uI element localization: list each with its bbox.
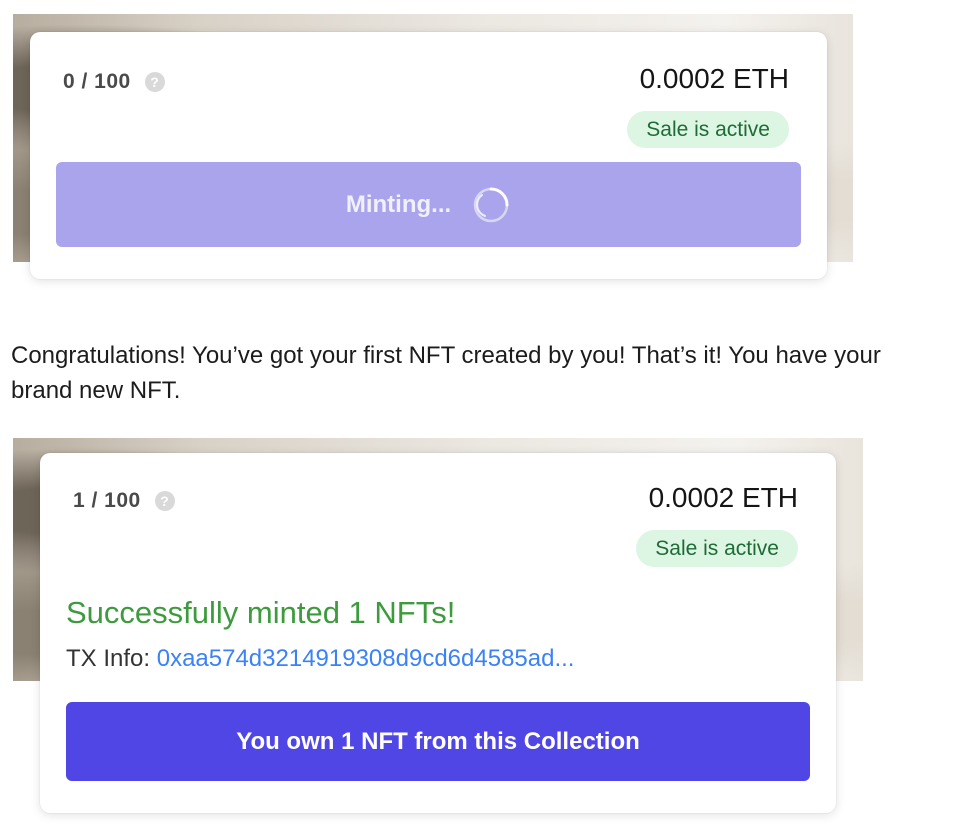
mint-price: 0.0002 ETH (648, 482, 798, 513)
question-circle-icon[interactable]: ? (154, 491, 175, 511)
tx-info: TX Info: 0xaa574d3214919308d9cd6d4585ad.… (66, 645, 574, 673)
mint-button[interactable]: Minting... (56, 162, 801, 247)
own-nft-button[interactable]: You own 1 NFT from this Collection (66, 702, 810, 781)
supply-counter-text: 0 / 100 (63, 70, 131, 93)
mint-button-label: Minting... (345, 190, 452, 218)
mint-price: 0.0002 ETH (639, 63, 789, 94)
success-message: Successfully minted 1 NFTs! (66, 595, 456, 630)
congratulations-text: Congratulations! You’ve got your first N… (11, 342, 881, 404)
mint-card-success: 1 / 100 ? 0.0002 ETH Sale is active Succ… (40, 453, 836, 813)
tx-hash-link[interactable]: 0xaa574d3214919308d9cd6d4585ad... (157, 645, 575, 672)
tx-info-label: TX Info: (66, 645, 151, 672)
question-circle-icon[interactable]: ? (144, 72, 165, 92)
supply-counter: 0 / 100 ? (63, 70, 165, 94)
sale-status-badge: Sale is active (627, 111, 789, 148)
loading-spinner-icon (473, 187, 509, 222)
supply-counter-text: 1 / 100 (73, 489, 141, 512)
supply-counter: 1 / 100 ? (73, 489, 175, 513)
sale-status-badge: Sale is active (636, 530, 798, 567)
mint-card-minting: 0 / 100 ? 0.0002 ETH Sale is active Mint… (30, 32, 827, 279)
